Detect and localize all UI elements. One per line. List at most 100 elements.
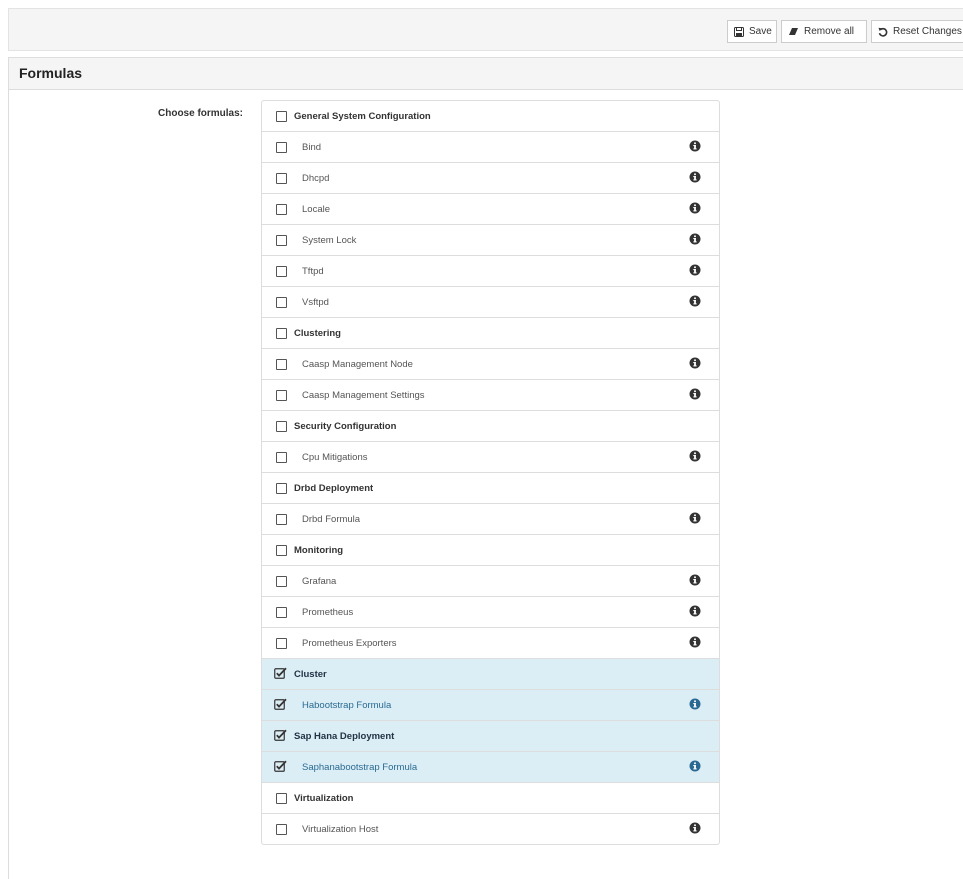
checkbox[interactable] <box>276 204 287 215</box>
formula-row[interactable]: Cpu Mitigations <box>262 441 719 472</box>
info-icon[interactable] <box>689 202 701 214</box>
info-icon[interactable] <box>689 636 701 648</box>
formula-row[interactable]: Habootstrap Formula <box>262 689 719 720</box>
formula-group-row[interactable]: Clustering <box>262 317 719 348</box>
checkbox[interactable] <box>276 266 287 277</box>
formula-group-row[interactable]: Cluster <box>262 658 719 689</box>
formula-label: Vsftpd <box>302 296 329 308</box>
formula-row[interactable]: Prometheus <box>262 596 719 627</box>
checkbox[interactable] <box>276 328 287 339</box>
remove-all-button-label: Remove all <box>804 26 855 37</box>
reset-changes-button[interactable]: Reset Changes <box>871 20 963 43</box>
formula-group-row[interactable]: General System Configuration <box>262 101 719 131</box>
formula-row[interactable]: Saphanabootstrap Formula <box>262 751 719 782</box>
formula-label: Prometheus Exporters <box>302 637 397 649</box>
formula-label: Virtualization Host <box>302 823 379 835</box>
formula-row[interactable]: Caasp Management Node <box>262 348 719 379</box>
formula-group-row[interactable]: Sap Hana Deployment <box>262 720 719 751</box>
save-button[interactable]: Save <box>727 20 777 43</box>
checked-checkbox-icon[interactable] <box>274 667 287 679</box>
eraser-icon <box>789 28 798 35</box>
formula-group-row[interactable]: Virtualization <box>262 782 719 813</box>
info-icon[interactable] <box>689 357 701 369</box>
checkbox[interactable] <box>276 545 287 556</box>
checkbox[interactable] <box>276 638 287 649</box>
info-icon[interactable] <box>689 512 701 524</box>
undo-icon <box>878 27 888 37</box>
formula-label: General System Configuration <box>294 110 431 122</box>
formula-label: Security Configuration <box>294 420 397 432</box>
info-icon[interactable] <box>689 388 701 400</box>
formula-row[interactable]: System Lock <box>262 224 719 255</box>
checked-checkbox-icon[interactable] <box>274 760 287 772</box>
formula-group-row[interactable]: Security Configuration <box>262 410 719 441</box>
choose-formulas-label: Choose formulas: <box>158 108 244 119</box>
info-icon[interactable] <box>689 698 701 710</box>
checkbox[interactable] <box>276 142 287 153</box>
formula-label: Tftpd <box>302 265 324 277</box>
formula-label: Dhcpd <box>302 172 330 184</box>
save-button-label: Save <box>749 26 772 37</box>
formula-label: Caasp Management Settings <box>302 389 425 401</box>
checkbox[interactable] <box>276 359 287 370</box>
formula-label: Virtualization <box>294 792 354 804</box>
formula-label: Saphanabootstrap Formula <box>302 761 418 773</box>
info-icon[interactable] <box>689 605 701 617</box>
formula-label: System Lock <box>302 234 357 246</box>
formula-label: Prometheus <box>302 606 354 618</box>
info-icon[interactable] <box>689 450 701 462</box>
info-icon[interactable] <box>689 171 701 183</box>
formula-label: Sap Hana Deployment <box>294 730 395 742</box>
formula-row[interactable]: Vsftpd <box>262 286 719 317</box>
checkbox[interactable] <box>276 793 287 804</box>
checkbox[interactable] <box>276 514 287 525</box>
formula-label: Locale <box>302 203 330 215</box>
formula-group-row[interactable]: Monitoring <box>262 534 719 565</box>
formula-label: Grafana <box>302 575 337 587</box>
checkbox[interactable] <box>276 607 287 618</box>
formula-label: Cpu Mitigations <box>302 451 368 463</box>
reset-changes-button-label: Reset Changes <box>893 26 962 37</box>
checked-checkbox-icon[interactable] <box>274 729 287 741</box>
panel-title: Formulas <box>19 65 83 81</box>
checkbox[interactable] <box>276 576 287 587</box>
info-icon[interactable] <box>689 140 701 152</box>
checkbox[interactable] <box>276 297 287 308</box>
checkbox[interactable] <box>276 452 287 463</box>
checked-checkbox-icon[interactable] <box>274 698 287 710</box>
formula-row[interactable]: Drbd Formula <box>262 503 719 534</box>
formula-row[interactable]: Bind <box>262 131 719 162</box>
top-toolbar: Save Remove all Reset Changes <box>8 8 963 51</box>
checkbox[interactable] <box>276 111 287 122</box>
formula-row[interactable]: Prometheus Exporters <box>262 627 719 658</box>
info-icon[interactable] <box>689 574 701 586</box>
checkbox[interactable] <box>276 483 287 494</box>
info-icon[interactable] <box>689 233 701 245</box>
info-icon[interactable] <box>689 264 701 276</box>
checkbox[interactable] <box>276 421 287 432</box>
formula-group-row[interactable]: Drbd Deployment <box>262 472 719 503</box>
info-icon[interactable] <box>689 822 701 834</box>
formula-label: Clustering <box>294 327 341 339</box>
info-icon[interactable] <box>689 760 701 772</box>
formula-row[interactable]: Locale <box>262 193 719 224</box>
checkbox[interactable] <box>276 390 287 401</box>
formula-label: Drbd Formula <box>302 513 361 525</box>
formula-row[interactable]: Tftpd <box>262 255 719 286</box>
formula-list: General System Configuration Bind Dhcpd Loc… <box>261 100 720 845</box>
formula-label: Cluster <box>294 668 327 680</box>
formula-row[interactable]: Caasp Management Settings <box>262 379 719 410</box>
formula-label: Monitoring <box>294 544 344 556</box>
formula-label: Caasp Management Node <box>302 358 413 370</box>
formula-row[interactable]: Virtualization Host <box>262 813 719 844</box>
checkbox[interactable] <box>276 235 287 246</box>
info-icon[interactable] <box>689 295 701 307</box>
formula-row[interactable]: Grafana <box>262 565 719 596</box>
remove-all-button[interactable]: Remove all <box>781 20 867 43</box>
formula-label: Bind <box>302 141 322 153</box>
formula-row[interactable]: Dhcpd <box>262 162 719 193</box>
formula-label: Drbd Deployment <box>294 482 374 494</box>
floppy-disk-icon <box>734 26 744 37</box>
checkbox[interactable] <box>276 824 287 835</box>
checkbox[interactable] <box>276 173 287 184</box>
